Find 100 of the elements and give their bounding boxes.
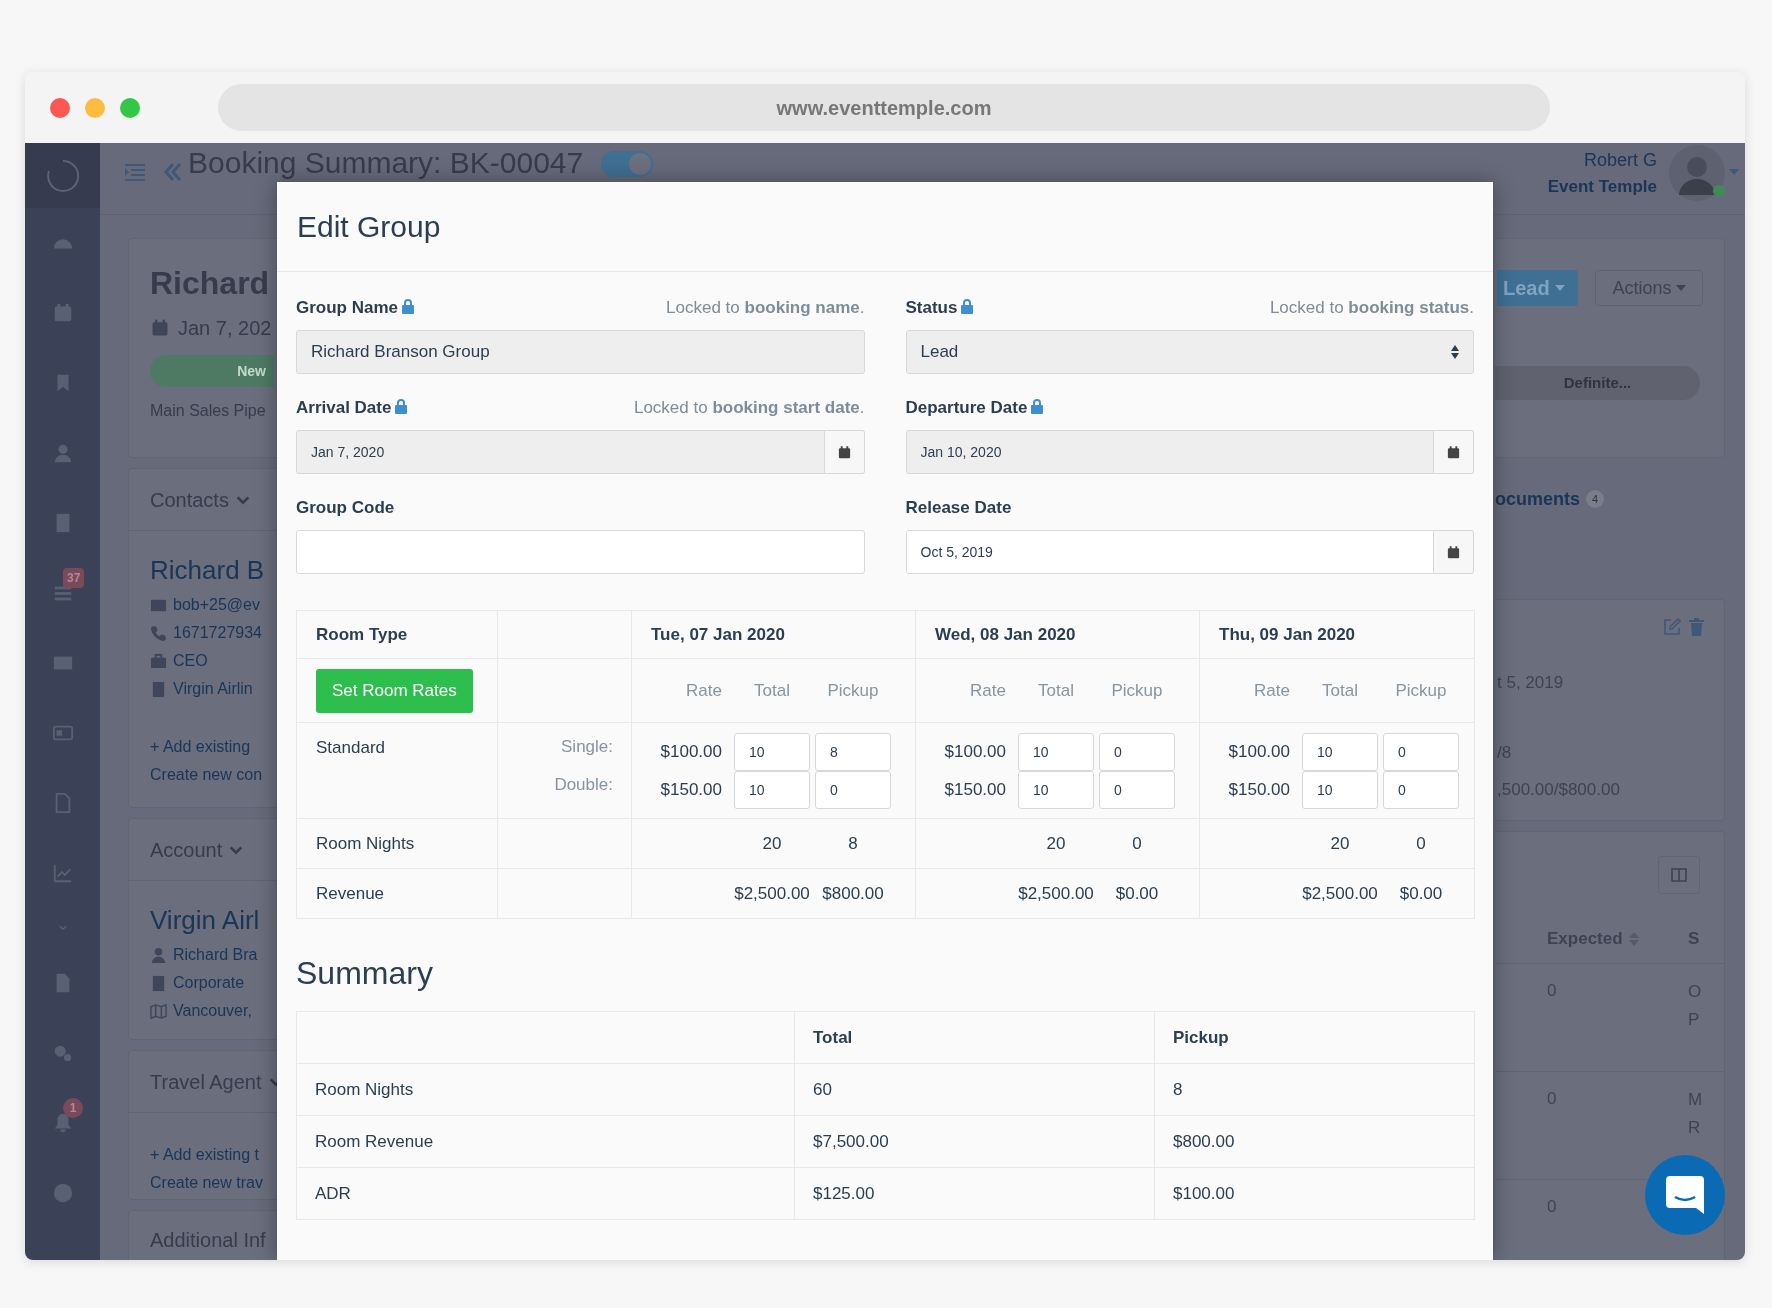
calendar-button[interactable] [824,430,865,474]
count-badge: 37 [63,568,85,588]
caret-icon [1675,285,1686,291]
table-cell-text: 20 [762,832,782,855]
column-header: Total [1038,679,1074,702]
column-header: Pickup [827,679,879,702]
number-field[interactable]: 10 [1018,770,1094,809]
number-field[interactable]: 10 [1018,732,1094,771]
table-cell: Standard [296,722,498,819]
occupancy-label: Double: [554,774,613,796]
table-cell: $125.00 [794,1167,1155,1220]
rate-text: $150.00 [1228,778,1290,801]
contact-name-link[interactable]: Richard B [150,553,265,587]
detail-link[interactable]: Virgin Airlin [173,677,253,701]
number-field[interactable]: 10 [1302,732,1378,771]
link[interactable]: + Add existing [150,733,251,761]
table-cell: $800.00 [1154,1115,1475,1168]
detail-link[interactable]: 1671727934 [173,621,262,645]
number-field[interactable]: 0 [1383,732,1459,771]
detail-link[interactable]: Vancouver, [173,999,252,1023]
logo-icon[interactable] [45,158,80,193]
count-badge: 4 [1586,490,1605,508]
text-field[interactable] [296,530,865,574]
column-header: Thu, 09 Jan 2020 [1199,610,1475,659]
table-cell-text: $2,500.00 [1302,882,1378,905]
edit-icon[interactable] [1663,618,1681,636]
chat-icon [1666,1176,1704,1214]
lock-hint: Locked to booking start date. [633,397,865,420]
number-field[interactable]: 0 [1099,770,1175,809]
window-control-icon[interactable] [50,97,70,118]
detail-link[interactable]: Corporate [173,971,245,995]
link[interactable]: Create new trav [150,1169,263,1197]
calendar-icon [1446,544,1461,560]
user-name[interactable]: Robert G [1583,147,1657,174]
dialog-title: Edit Group [297,209,441,245]
columns-button[interactable] [1658,856,1700,894]
sort-icon [1451,345,1459,359]
table-cell: ADR [296,1167,795,1220]
calendar-button[interactable] [1434,430,1474,474]
organization-name[interactable]: Event Temple [1547,174,1657,200]
detail-link[interactable]: bob+25@ev [173,593,260,617]
stage-pill[interactable]: New [150,355,274,387]
trash-icon[interactable] [1689,618,1704,636]
field-label: Departure Date [905,397,1028,420]
table-cell: 8 [1154,1063,1475,1116]
rate-text: $150.00 [660,778,722,801]
number-field[interactable]: 0 [1099,732,1175,771]
link[interactable]: Create new con [150,761,263,789]
window-control-icon[interactable] [85,97,105,118]
number-field[interactable]: 8 [815,732,891,771]
field-label: Group Code [296,497,395,520]
contact-name-link[interactable]: Virgin Airl [150,903,260,937]
caret-icon [1554,285,1565,291]
calendar-button[interactable] [1434,530,1474,574]
table-cell: Revenue [296,868,498,919]
chart-icon[interactable] [51,862,74,884]
number-field[interactable]: 10 [734,770,810,809]
column-header: Total [794,1011,1155,1064]
number-field[interactable]: 10 [734,732,810,771]
rate-text: $150.00 [944,778,1006,801]
section-heading[interactable]: ocuments [1495,485,1581,513]
number-field[interactable]: 10 [1302,770,1378,809]
link[interactable]: + Add existing t [150,1141,259,1169]
column-header: Tue, 07 Jan 2020 [631,610,916,659]
window-control-icon[interactable] [120,97,140,118]
building-icon [150,974,167,992]
number-field[interactable]: 0 [815,770,891,809]
menu-icon[interactable] [125,163,145,181]
status-button[interactable]: Lead [1497,270,1578,306]
set-room-rates-button[interactable]: Set Room Rates [316,668,473,713]
table-cell: 60 [794,1063,1155,1116]
briefcase-icon [150,652,167,670]
table-cell: Room Nights [296,1063,795,1116]
caret-icon[interactable] [1729,169,1739,175]
date-field[interactable]: Oct 5, 2019 [905,530,1434,574]
table-cell-text: 20 [1330,832,1350,855]
column-header: Wed, 08 Jan 2020 [915,610,1200,659]
rate-text: $100.00 [944,740,1006,763]
table-cell: Room Nights [296,818,498,869]
column-header: Total [1322,679,1358,702]
avatar[interactable] [1669,145,1725,201]
address-bar[interactable]: www.eventtemple.com [218,84,1550,131]
field-label: Status [905,297,958,320]
back-icon[interactable] [164,162,182,182]
lock-hint: Locked to booking name. [666,297,865,320]
number-field[interactable]: 0 [1383,770,1459,809]
table-cell-text: 20 [1046,832,1066,855]
columns-icon [1671,868,1687,882]
detail-link[interactable]: Richard Bra [173,943,258,967]
column-header: Rate [1254,679,1290,702]
field-label: Arrival Date [296,397,392,420]
table-cell-text: $0.00 [1115,882,1159,905]
column-header: Rate [970,679,1006,702]
toggle-switch[interactable] [601,151,654,177]
table-cell-text: $800.00 [822,882,884,905]
column-header: Total [754,679,790,702]
column-header: Pickup [1395,679,1447,702]
table-cell: Room Revenue [296,1115,795,1168]
user-icon [150,946,167,964]
detail-link[interactable]: CEO [173,649,208,673]
